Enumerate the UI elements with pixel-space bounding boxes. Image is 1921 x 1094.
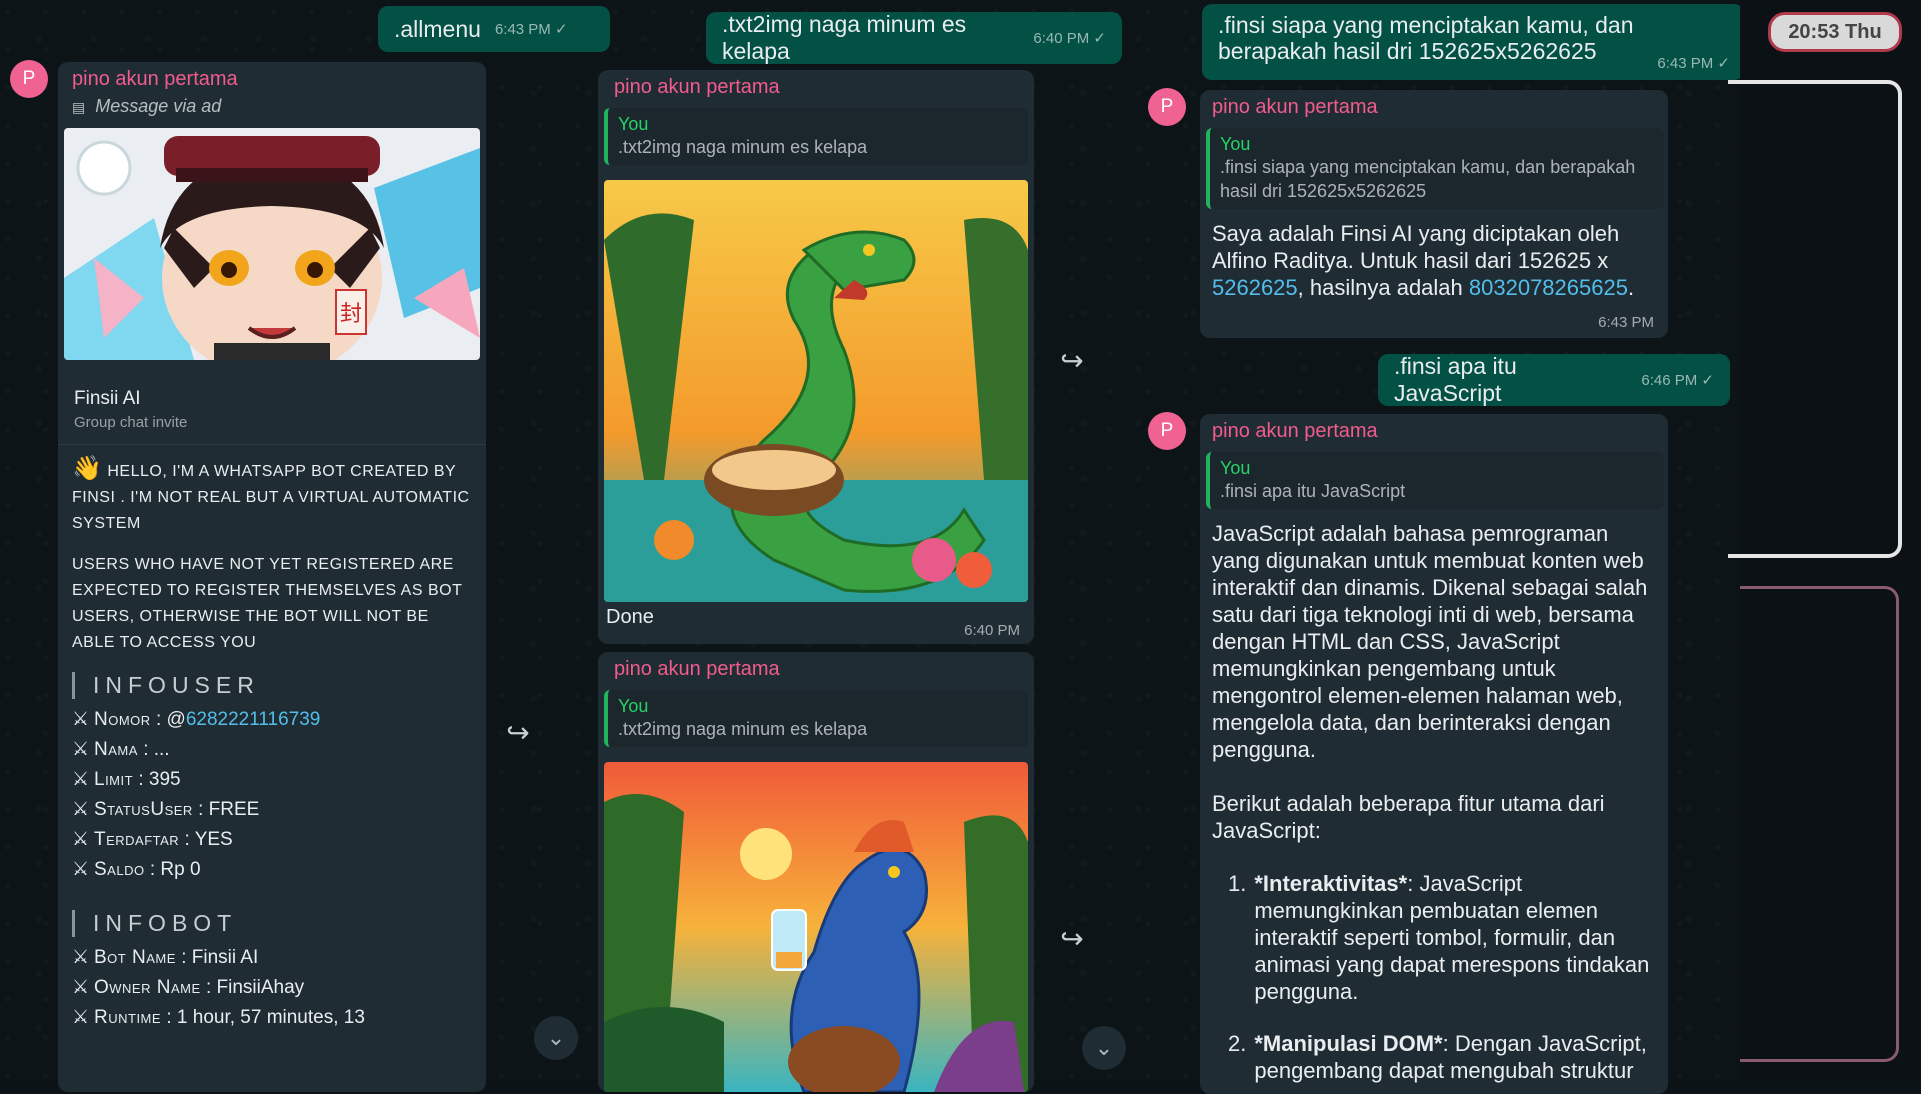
preview-frame-top[interactable]	[1728, 80, 1902, 558]
sword-icon: ⚔	[72, 799, 90, 820]
image-reply-2[interactable]: pino akun pertama You .txt2img naga minu…	[598, 652, 1034, 1092]
sender-name[interactable]: pino akun pertama	[614, 658, 780, 681]
sword-icon: ⚔	[72, 947, 90, 968]
sender-name[interactable]: pino akun pertama	[72, 68, 238, 91]
invite-title[interactable]: Finsii AI	[74, 388, 141, 410]
infobot-heading: INFOBOT	[72, 910, 472, 937]
info-row-nama: ⚔ Nama : ...	[72, 735, 472, 765]
outgoing-message-txt2img[interactable]: .txt2img naga minum es kelapa 6:40 PM ✓	[706, 11, 1122, 64]
message-time: 6:40 PM ✓	[1033, 30, 1106, 47]
scroll-down-icon[interactable]: ⌄	[534, 1016, 578, 1060]
message-time: 6:40 PM	[964, 622, 1020, 639]
reply-paragraph-2: Berikut adalah beberapa fitur utama dari…	[1212, 791, 1605, 843]
register-text: USERS WHO HAVE NOT YET REGISTERED ARE EX…	[72, 556, 463, 651]
sword-icon: ⚔	[72, 977, 90, 998]
outgoing-message-finsi-siapa[interactable]: .finsi siapa yang menciptakan kamu, dan …	[1202, 4, 1744, 80]
quote-text: .finsi siapa yang menciptakan kamu, dan …	[1220, 157, 1636, 201]
number-link[interactable]: 5262625	[1212, 275, 1298, 300]
phone-link[interactable]: 6282221116739	[186, 709, 321, 730]
infouser-heading: INFOUSER	[72, 672, 472, 699]
sender-avatar[interactable]: P	[10, 60, 48, 98]
quoted-message[interactable]: You .finsi apa itu JavaScript	[1206, 452, 1664, 509]
forward-icon[interactable]: ↪	[1052, 340, 1092, 380]
info-row-ownername: ⚔ Owner Name : FinsiiAhay	[72, 973, 472, 1003]
group-invite-image[interactable]: 封	[64, 128, 480, 360]
quote-text: .txt2img naga minum es kelapa	[618, 137, 868, 157]
generated-image-green-dragon[interactable]	[604, 180, 1028, 602]
message-time: 6:43 PM ✓	[1657, 55, 1730, 72]
bot-menu-message[interactable]: pino akun pertama ▤ Message via ad 封 Fin…	[58, 62, 486, 1092]
message-time: 6:43 PM	[1598, 314, 1654, 331]
quoted-message[interactable]: You .txt2img naga minum es kelapa	[604, 108, 1028, 165]
quote-author: You	[618, 114, 649, 134]
sword-icon: ⚔	[72, 859, 90, 880]
image-reply-1[interactable]: pino akun pertama You .txt2img naga minu…	[598, 70, 1034, 644]
sender-avatar[interactable]: P	[1148, 412, 1186, 450]
message-text: .allmenu	[394, 15, 481, 42]
quote-author: You	[1220, 134, 1251, 154]
message-text: .finsi siapa yang menciptakan kamu, dan …	[1218, 12, 1634, 64]
sword-icon: ⚔	[72, 769, 90, 790]
message-time: 6:43 PM ✓	[494, 21, 568, 38]
sender-name[interactable]: pino akun pertama	[614, 76, 780, 99]
ai-reply-2[interactable]: pino akun pertama You .finsi apa itu Jav…	[1200, 414, 1668, 1094]
message-time: 6:46 PM ✓	[1641, 372, 1714, 389]
info-row-botname: ⚔ Bot Name : Finsii AI	[72, 943, 472, 973]
sword-icon: ⚔	[72, 709, 90, 730]
preview-frame-bottom[interactable]	[1740, 586, 1899, 1062]
sender-name[interactable]: pino akun pertama	[1212, 420, 1378, 443]
sender-avatar[interactable]: P	[1148, 88, 1186, 126]
outgoing-message-javascript[interactable]: .finsi apa itu JavaScript 6:46 PM ✓	[1378, 353, 1730, 406]
sword-icon: ⚔	[72, 1007, 90, 1028]
ad-icon: ▤	[72, 99, 86, 115]
message-text: .txt2img naga minum es kelapa	[722, 11, 967, 64]
invite-subtitle: Group chat invite	[74, 414, 188, 431]
info-row-saldo: ⚔ Saldo : Rp 0	[72, 855, 472, 885]
number-link[interactable]: 8032078265625	[1469, 275, 1628, 300]
reply-body: Saya adalah Finsi AI yang diciptakan ole…	[1212, 221, 1635, 300]
list-item-1: 1. *Interaktivitas*: JavaScript memungki…	[1228, 871, 1650, 1004]
via-label: ▤ Message via ad	[72, 96, 222, 116]
image-caption: Done	[606, 606, 654, 628]
sword-icon: ⚔	[72, 739, 90, 760]
quote-author: You	[1220, 458, 1251, 478]
forward-icon[interactable]: ↪	[1052, 918, 1092, 958]
clock-badge: 20:53 Thu	[1768, 12, 1902, 52]
infobot-section: INFOBOT ⚔ Bot Name : Finsii AI ⚔ Owner Nam…	[72, 896, 472, 1033]
outgoing-message-allmenu[interactable]: .allmenu 6:43 PM ✓	[378, 6, 610, 52]
info-row-nomor: ⚔ Nomor : @6282221116739	[72, 705, 472, 735]
info-row-runtime: ⚔ Runtime : 1 hour, 57 minutes, 13	[72, 1003, 472, 1033]
info-row-statususer: ⚔ StatusUser : FREE	[72, 795, 472, 825]
quoted-message[interactable]: You .txt2img naga minum es kelapa	[604, 690, 1028, 747]
info-row-limit: ⚔ Limit : 395	[72, 765, 472, 795]
sword-icon: ⚔	[72, 829, 90, 850]
divider	[58, 444, 486, 445]
quote-text: .finsi apa itu JavaScript	[1220, 481, 1406, 501]
ai-reply-1[interactable]: pino akun pertama You .finsi siapa yang …	[1200, 90, 1668, 338]
sender-name[interactable]: pino akun pertama	[1212, 96, 1378, 119]
hello-text: 👋 HELLO, I'M A WHATSAPP BOT CREATED BY F…	[72, 455, 470, 533]
forward-icon[interactable]: ↪	[498, 712, 538, 752]
info-row-terdaftar: ⚔ Terdaftar : YES	[72, 825, 472, 855]
generated-image-blue-dragon[interactable]	[604, 762, 1028, 1092]
infouser-section: INFOUSER ⚔ Nomor : @6282221116739 ⚔ Nama :…	[72, 658, 472, 885]
quoted-message[interactable]: You .finsi siapa yang menciptakan kamu, …	[1206, 128, 1664, 209]
wave-emoji: 👋	[72, 455, 103, 482]
reply-paragraph-1: JavaScript adalah bahasa pemrograman yan…	[1212, 521, 1648, 762]
quote-author: You	[618, 696, 649, 716]
svg-text:封: 封	[340, 302, 362, 327]
message-text: .finsi apa itu JavaScript	[1394, 353, 1517, 406]
scroll-down-icon[interactable]: ⌄	[1082, 1026, 1126, 1070]
quote-text: .txt2img naga minum es kelapa	[618, 719, 868, 739]
list-item-2: 2. *Manipulasi DOM*: Dengan JavaScript, …	[1228, 1031, 1647, 1083]
